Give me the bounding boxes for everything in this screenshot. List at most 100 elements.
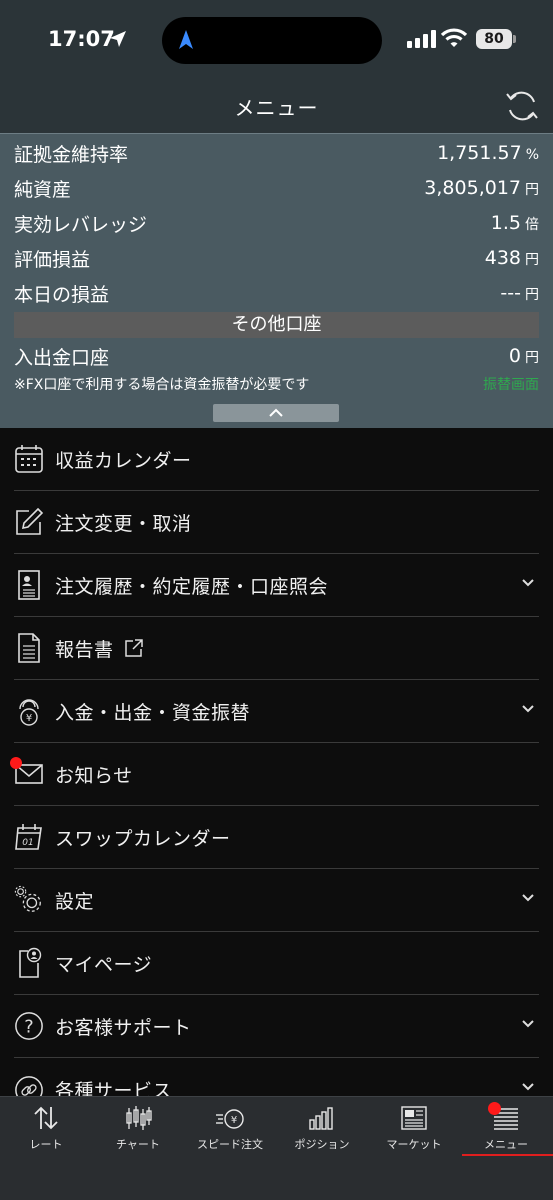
position-bars-icon [276,1097,368,1131]
tab-label: レート [29,1138,63,1151]
tab-speed-order[interactable]: ¥ スピード注文 [184,1097,276,1157]
menu-item-settings[interactable]: 設定 [14,869,539,932]
summary-value: 438 [484,247,521,269]
gear-icon [14,884,44,916]
edit-icon [14,506,44,538]
bottom-tab-bar: レート チャート ¥ スピード注文 ポジション マーケット メニュー [0,1096,553,1200]
summary-label: 実効レバレッジ [14,213,148,236]
other-accounts-header: その他口座 [14,312,539,338]
history-document-icon [14,569,44,601]
summary-value: --- [500,282,521,304]
calendar-icon [14,443,44,475]
summary-row-deposit-account: 入出金口座 0円 [14,341,539,371]
chevron-down-icon [522,894,534,902]
page-title: メニュー [234,96,319,120]
mypage-icon [14,947,44,979]
tab-label: チャート [116,1138,160,1151]
summary-unit: 倍 [525,217,539,233]
speed-order-icon: ¥ [184,1097,276,1131]
menu-item-swap-calendar[interactable]: 01 スワップカレンダー [14,806,539,869]
dynamic-island [162,17,382,64]
summary-row-leverage: 実効レバレッジ 1.5 倍 [14,208,539,238]
summary-label: 評価損益 [14,248,91,271]
battery-indicator: 80 [476,29,512,49]
menu-item-label: 収益カレンダー [55,449,192,472]
rate-arrows-icon [0,1097,92,1131]
help-icon: ? [14,1010,44,1042]
cellular-signal-icon [407,30,436,48]
market-news-icon [368,1097,460,1131]
swap-calendar-icon: 01 [14,821,44,853]
notification-badge [10,757,22,769]
menu-item-label: 注文履歴・約定履歴・口座照会 [55,575,329,598]
tab-label: マーケット [386,1138,442,1151]
refresh-icon[interactable] [504,88,540,124]
tab-label: スピード注文 [197,1138,263,1151]
tab-market[interactable]: マーケット [368,1097,460,1157]
summary-value: 1,751.57 [437,142,522,164]
menu-item-label: 設定 [55,890,95,913]
tab-position[interactable]: ポジション [276,1097,368,1157]
tab-chart[interactable]: チャート [92,1097,184,1157]
menu-item-label: マイページ [55,953,153,976]
menu-item-deposit-withdraw-transfer[interactable]: ¥ 入金・出金・資金振替 [14,680,539,743]
menu-list-icon [460,1097,552,1131]
transfer-note: ※FX口座で利用する場合は資金振替が必要です [14,377,310,393]
active-tab-indicator [462,1154,553,1156]
menu-item-profit-calendar[interactable]: 収益カレンダー [14,428,539,491]
summary-label: 本日の損益 [14,283,110,306]
wifi-icon [441,28,467,47]
menu-item-label: スワップカレンダー [55,827,231,850]
status-time: 17:07 [48,27,115,51]
candlestick-icon [92,1097,184,1131]
chevron-down-icon [522,579,534,587]
svg-text:01: 01 [22,838,33,848]
menu-item-label: 入金・出金・資金振替 [55,701,251,724]
chevron-down-icon [522,1020,534,1028]
external-link-icon [124,639,143,657]
transfer-screen-link[interactable]: 振替画面 [483,374,539,394]
menu-item-order-edit-cancel[interactable]: 注文変更・取消 [14,491,539,554]
menu-item-notices[interactable]: お知らせ [14,743,539,806]
chevron-down-icon [522,705,534,713]
collapse-button[interactable] [213,404,339,422]
summary-unit: 円 [525,287,539,303]
tab-label: ポジション [294,1138,350,1151]
menu-item-label: お客様サポート [55,1016,192,1039]
tab-menu[interactable]: メニュー [460,1097,552,1157]
summary-row-margin-ratio: 証拠金維持率 1,751.57% [14,138,539,168]
menu-item-label: 注文変更・取消 [55,512,192,535]
battery-tip [513,35,516,43]
menu-item-order-history[interactable]: 注文履歴・約定履歴・口座照会 [14,554,539,617]
summary-label: 証拠金維持率 [14,143,129,166]
tab-label: メニュー [484,1138,528,1151]
tab-rate[interactable]: レート [0,1097,92,1157]
top-header: 17:07 80 メニュー [0,0,553,133]
account-summary: 証拠金維持率 1,751.57% 純資産 3,805,017 円 実効レバレッジ … [0,133,553,428]
navigation-arrow-icon [179,30,193,49]
summary-value: 3,805,017 [424,177,521,199]
menu-tab-badge [488,1102,501,1115]
menu-item-mypage[interactable]: マイページ [14,932,539,995]
location-arrow-icon [110,31,126,47]
summary-row-unrealized-pl: 評価損益 438 円 [14,243,539,273]
summary-unit: % [525,147,539,163]
chevron-down-icon [522,1083,534,1091]
menu-item-reports[interactable]: 報告書 [14,617,539,680]
menu-item-label: お知らせ [55,764,133,787]
menu-item-label: 報告書 [55,638,114,661]
summary-unit: 円 [525,182,539,198]
summary-unit: 円 [525,252,539,268]
svg-text:?: ? [24,1017,33,1038]
yen-coin-icon: ¥ [14,695,44,727]
chevron-up-icon [269,408,283,417]
svg-text:¥: ¥ [231,1115,237,1126]
summary-unit: 円 [525,350,539,366]
svg-text:¥: ¥ [26,713,32,724]
menu-item-customer-support[interactable]: ? お客様サポート [14,995,539,1058]
summary-value: 0 [508,345,521,367]
summary-value: 1.5 [490,212,521,234]
summary-row-net-assets: 純資産 3,805,017 円 [14,173,539,203]
report-document-icon [14,632,44,664]
summary-label: 入出金口座 [14,346,110,369]
